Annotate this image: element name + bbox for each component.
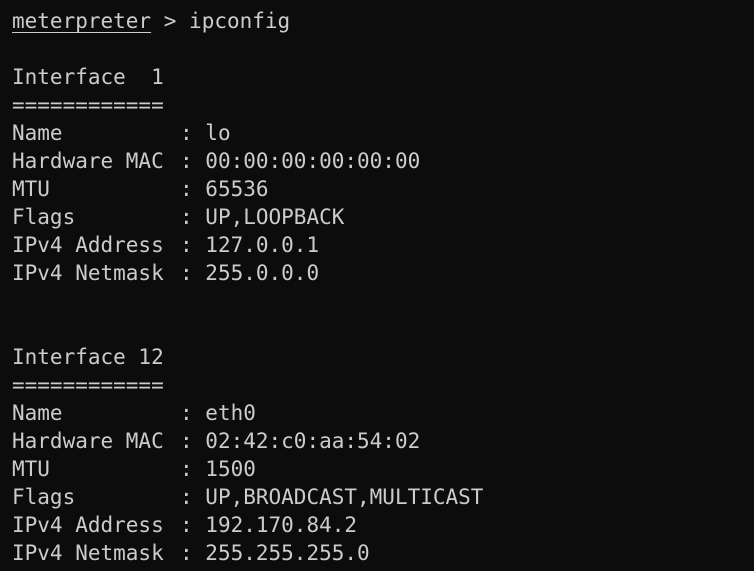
prompt-line: meterpreter > ipconfig [12, 7, 754, 35]
field-value: 1500 [205, 457, 256, 481]
field-row: Hardware MAC: 02:42:c0:aa:54:02 [12, 427, 754, 455]
interface-block: Interface 1 ============ Name: lo Hardwa… [12, 63, 754, 287]
field-separator: : [180, 513, 206, 537]
field-row: Name: eth0 [12, 399, 754, 427]
field-value: 255.0.0.0 [205, 261, 320, 285]
field-key: Name [12, 121, 63, 145]
field-separator: : [180, 485, 206, 509]
field-row: Flags: UP,BROADCAST,MULTICAST [12, 483, 754, 511]
field-separator: : [180, 261, 206, 285]
field-value: UP,BROADCAST,MULTICAST [205, 485, 484, 509]
field-key: IPv4 Address [12, 233, 164, 257]
field-value: 00:00:00:00:00:00 [205, 149, 421, 173]
field-row: Name: lo [12, 119, 754, 147]
field-separator: : [180, 233, 206, 257]
interface-title: Interface 12 [12, 345, 164, 369]
field-key: Flags [12, 205, 76, 229]
field-key: IPv4 Netmask [12, 261, 164, 285]
field-key: IPv4 Address [12, 513, 164, 537]
field-key: MTU [12, 457, 50, 481]
field-key: Hardware MAC [12, 429, 164, 453]
interface-title-underline: ============ [12, 93, 164, 117]
field-value: 65536 [205, 177, 269, 201]
field-row: Hardware MAC: 00:00:00:00:00:00 [12, 147, 754, 175]
field-value: 255.255.255.0 [205, 541, 370, 565]
interface-title: Interface 1 [12, 65, 164, 89]
field-key: IPv4 Netmask [12, 541, 164, 565]
field-key: Hardware MAC [12, 149, 164, 173]
field-key: Name [12, 401, 63, 425]
field-separator: : [180, 149, 206, 173]
field-value: lo [205, 121, 231, 145]
field-row: MTU: 65536 [12, 175, 754, 203]
field-separator: : [180, 177, 206, 201]
field-row: IPv4 Address: 192.170.84.2 [12, 511, 754, 539]
field-row: IPv4 Netmask: 255.0.0.0 [12, 259, 754, 287]
field-row: IPv4 Netmask: 255.255.255.0 [12, 539, 754, 567]
field-value: 127.0.0.1 [205, 233, 320, 257]
field-row: IPv4 Address: 127.0.0.1 [12, 231, 754, 259]
field-separator: : [180, 429, 206, 453]
interface-title-underline: ============ [12, 373, 164, 397]
field-value: 192.170.84.2 [205, 513, 358, 537]
field-row: MTU: 1500 [12, 455, 754, 483]
terminal-output[interactable]: meterpreter > ipconfig Interface 1 =====… [12, 7, 754, 567]
prompt-symbol: > [163, 9, 177, 33]
command-text: ipconfig [189, 9, 291, 33]
field-value: eth0 [205, 401, 256, 425]
field-separator: : [180, 401, 206, 425]
field-separator: : [180, 121, 206, 145]
field-value: 02:42:c0:aa:54:02 [205, 429, 421, 453]
field-row: Flags: UP,LOOPBACK [12, 203, 754, 231]
field-separator: : [180, 541, 206, 565]
field-separator: : [180, 457, 206, 481]
field-key: Flags [12, 485, 76, 509]
interface-block: Interface 12 ============ Name: eth0 Har… [12, 343, 754, 567]
field-key: MTU [12, 177, 50, 201]
field-separator: : [180, 205, 206, 229]
prompt-name: meterpreter [12, 9, 152, 33]
field-value: UP,LOOPBACK [205, 205, 345, 229]
